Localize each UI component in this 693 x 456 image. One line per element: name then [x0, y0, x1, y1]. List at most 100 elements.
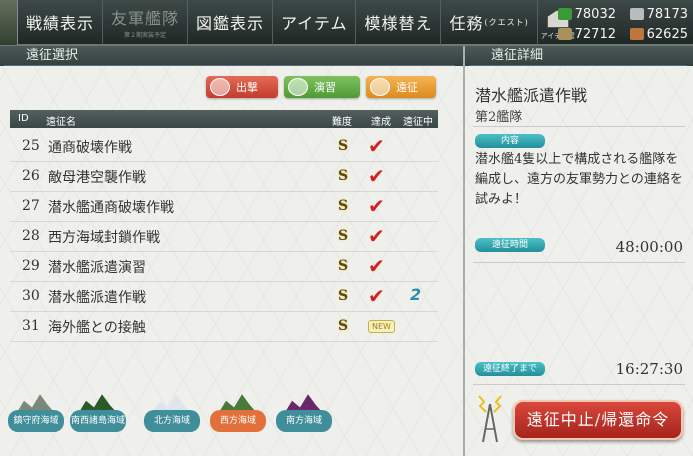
expedition-label: 遠征 [396, 81, 418, 94]
steel-icon [629, 8, 644, 20]
expedition-row-name: 潜水艦通商破壊作戦 [48, 200, 174, 216]
content-tag: 内容 [475, 134, 545, 148]
assigned-fleet: 第2艦隊 [475, 110, 523, 125]
achieved-check-icon: ✔ [368, 164, 385, 188]
header-rule [4, 65, 455, 66]
header-rule-right [469, 65, 687, 66]
fuel-value: 78032 [574, 6, 616, 22]
difficulty-rank: S [338, 228, 349, 244]
ammo-counter: 72712 [548, 24, 620, 44]
expedition-duration: 48:00:00 [615, 238, 683, 256]
exercise-button[interactable]: 演習 [284, 76, 360, 98]
remaining-tag: 遠征終了まで [475, 362, 545, 376]
menu-quest-small: (クエスト) [484, 17, 529, 27]
sea-area-button[interactable]: 西方海域 [210, 410, 266, 432]
ammo-icon [557, 28, 572, 40]
sea-area-button[interactable]: 鎮守府海域 [8, 410, 64, 432]
achieved-check-icon: ✔ [368, 224, 385, 248]
menu-items[interactable]: アイテム [273, 0, 357, 45]
expedition-row-name: 通商破壊作戦 [48, 140, 132, 156]
expedition-detail-panel: 遠征詳細 潜水艦派遣作戦 第2艦隊 内容 潜水艦4隻以上で構成される艦隊を編成し… [463, 46, 693, 456]
compass-icon [370, 78, 390, 96]
expedition-row[interactable]: 25 通商破壊作戦 S ✔ [10, 132, 438, 162]
expedition-name: 潜水艦派遣作戦 [475, 86, 588, 105]
menu-furniture-label: 模様替え [364, 14, 433, 33]
bauxite-counter: 62625 [620, 24, 692, 44]
home-tab-edge[interactable] [0, 0, 18, 45]
plane-icon [210, 78, 230, 96]
girl-portrait-icon [288, 78, 308, 96]
sea-area-button[interactable]: 南方海域 [276, 410, 332, 432]
col-id: ID [18, 113, 29, 124]
col-achieved: 達成 [371, 117, 391, 128]
expedition-row-name: 西方海域封鎖作戦 [48, 230, 160, 246]
expedition-id: 25 [22, 138, 40, 154]
sea-area-button[interactable]: 北方海域 [144, 410, 200, 432]
difficulty-rank: S [338, 318, 349, 334]
sea-area-selector: 鎮守府海域 南西諸島海域 北方海域 西方海域 南方海域 [0, 388, 463, 456]
expedition-row[interactable]: 28 西方海域封鎖作戦 S ✔ [10, 222, 438, 252]
col-difficulty: 難度 [332, 117, 352, 128]
difficulty-rank: S [338, 198, 349, 214]
top-menu-bar: 戦績表示 友軍艦隊 第２期実装予定 図鑑表示 アイテム 模様替え 任務 (クエスト… [0, 0, 693, 46]
steel-value: 78173 [646, 6, 688, 22]
expedition-id: 28 [22, 228, 40, 244]
menu-encyclopedia-label: 図鑑表示 [196, 14, 265, 33]
expedition-row[interactable]: 30 潜水艦派遣作戦 S ✔ 2 [10, 282, 438, 312]
ammo-value: 72712 [574, 26, 616, 42]
expedition-id: 30 [22, 288, 40, 304]
difficulty-rank: S [338, 258, 349, 274]
recall-button-label: 遠征中止/帰還命令 [526, 410, 670, 429]
expedition-id: 31 [22, 318, 40, 334]
resource-panel: 78032 78173 72712 62625 [548, 4, 693, 44]
col-name: 遠征名 [46, 117, 76, 128]
expedition-row-name: 敵母港空襲作戦 [48, 170, 146, 186]
expedition-table-header: ID 遠征名 難度 達成 遠征中 [10, 110, 438, 128]
sortie-button[interactable]: 出撃 [206, 76, 278, 98]
expedition-row[interactable]: 29 潜水艦派遣演習 S ✔ [10, 252, 438, 282]
menu-quest[interactable]: 任務 (クエスト) [441, 0, 538, 45]
sea-area-button[interactable]: 南西諸島海域 [70, 410, 126, 432]
divider-1 [473, 126, 685, 127]
achieved-check-icon: ✔ [368, 254, 385, 278]
duration-tag: 遠征時間 [475, 238, 545, 252]
menu-friend-fleet-label: 友軍艦隊 [111, 9, 180, 28]
achieved-check-icon: ✔ [368, 134, 385, 158]
expedition-row-name: 潜水艦派遣作戦 [48, 290, 146, 306]
divider-2 [473, 262, 685, 263]
expedition-description: 潜水艦4隻以上で構成される艦隊を編成し、遠方の友軍勢力との連絡を試みよ！ [475, 152, 683, 207]
difficulty-rank: S [338, 168, 349, 184]
expedition-id: 29 [22, 258, 40, 274]
achieved-check-icon: ✔ [368, 284, 385, 308]
recall-expedition-button[interactable]: 遠征中止/帰還命令 [513, 400, 683, 440]
menu-furniture[interactable]: 模様替え [356, 0, 442, 45]
expedition-row-name: 潜水艦派遣演習 [48, 260, 146, 276]
expedition-select-panel: 遠征選択 出撃 演習 遠征 ID 遠征名 難度 達成 遠征中 25 通商破壊作戦 S… [0, 46, 463, 456]
expedition-id: 27 [22, 198, 40, 214]
new-badge: NEW [368, 320, 395, 333]
menu-record[interactable]: 戦績表示 [18, 0, 104, 45]
sortie-label: 出撃 [236, 81, 258, 94]
menu-record-label: 戦績表示 [26, 14, 95, 33]
fuel-counter: 78032 [548, 4, 620, 24]
expedition-id: 26 [22, 168, 40, 184]
expedition-detail-header: 遠征詳細 [465, 46, 693, 66]
expedition-button[interactable]: 遠征 [366, 76, 436, 98]
menu-friend-fleet-sub: 第２期実装予定 [124, 32, 167, 39]
fleet-number-badge: 2 [410, 285, 422, 304]
expedition-row[interactable]: 27 潜水艦通商破壊作戦 S ✔ [10, 192, 438, 222]
bauxite-icon [629, 28, 644, 40]
expedition-row[interactable]: 31 海外艦との接触 S NEW [10, 312, 438, 342]
expedition-select-title: 遠征選択 [26, 48, 79, 63]
bauxite-value: 62625 [646, 26, 688, 42]
steel-counter: 78173 [620, 4, 692, 24]
menu-friend-fleet: 友軍艦隊 第２期実装予定 [103, 0, 189, 45]
menu-quest-label: 任務 [449, 14, 484, 33]
menu-encyclopedia[interactable]: 図鑑表示 [188, 0, 274, 45]
expedition-select-header: 遠征選択 [0, 46, 463, 66]
expedition-row[interactable]: 26 敵母港空襲作戦 S ✔ [10, 162, 438, 192]
difficulty-rank: S [338, 138, 349, 154]
menu-items-label: アイテム [281, 14, 348, 33]
col-in-progress: 遠征中 [403, 117, 433, 128]
remaining-time: 16:27:30 [615, 360, 683, 378]
